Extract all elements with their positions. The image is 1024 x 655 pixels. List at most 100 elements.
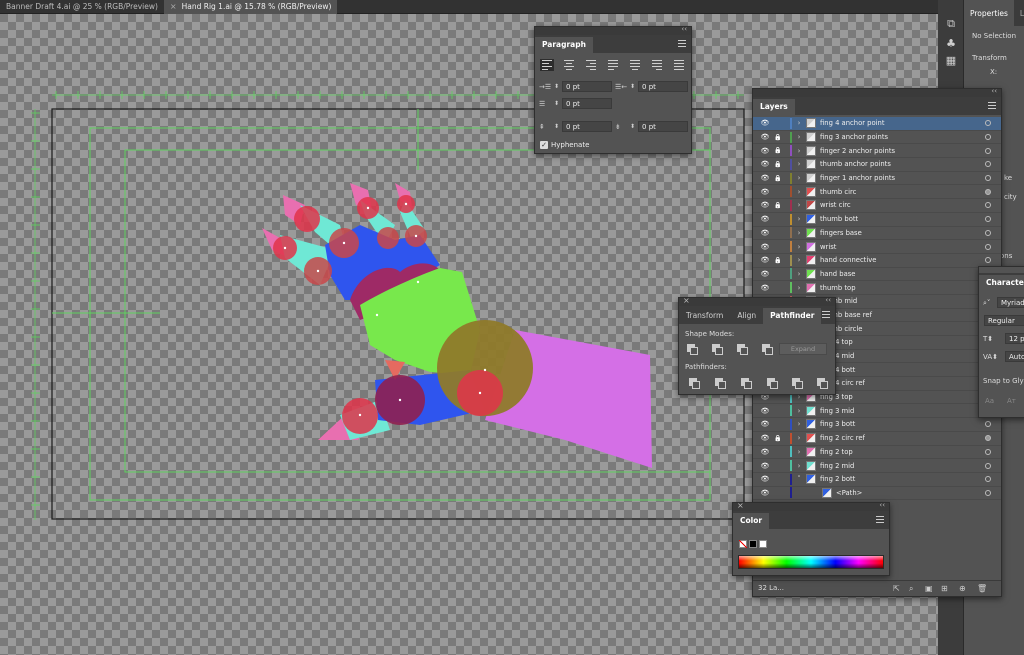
exclude-icon[interactable] <box>762 344 773 355</box>
symbols-icon[interactable]: ♣ <box>944 38 958 50</box>
intersect-icon[interactable] <box>737 344 748 355</box>
expand-chevron-icon[interactable]: › <box>794 215 804 223</box>
justify-left-icon[interactable] <box>606 59 620 71</box>
justify-right-icon[interactable] <box>650 59 664 71</box>
expand-chevron-icon[interactable]: › <box>794 243 804 251</box>
visibility-eye-icon[interactable]: 👁 <box>758 434 772 442</box>
target-icon[interactable] <box>985 120 991 127</box>
minus-back-icon[interactable] <box>817 378 828 389</box>
clipping-mask-icon[interactable]: ▣ <box>925 584 933 593</box>
layer-row[interactable]: 👁 › fing 3 bott <box>753 418 1001 432</box>
new-sublayer-icon[interactable]: ⊞ <box>941 584 948 593</box>
panel-menu-icon[interactable] <box>678 40 686 47</box>
expand-chevron-icon[interactable]: › <box>794 133 804 141</box>
font-family-field[interactable]: Myriad <box>997 297 1024 308</box>
hyphenate-checkbox[interactable]: ✓ <box>540 141 548 149</box>
tab-align[interactable]: Align <box>730 308 763 324</box>
black-swatch[interactable] <box>749 540 757 548</box>
panel-grip[interactable]: × ‹‹ <box>733 501 889 511</box>
stepper-icon[interactable]: ⬍ <box>630 83 635 90</box>
layer-row[interactable]: 👁 🔒 › fing 3 anchor points <box>753 131 1001 145</box>
delete-icon[interactable]: 🗑 <box>977 584 987 593</box>
glyph-snap-icon[interactable]: Aa <box>985 397 994 405</box>
collapse-icon[interactable]: ‹‹ <box>991 87 997 95</box>
target-icon[interactable] <box>985 216 991 223</box>
stepper-icon[interactable]: ⬍ <box>554 83 559 90</box>
layer-row[interactable]: 👁 › fing 3 mid <box>753 404 1001 419</box>
export-icon[interactable]: ⇱ <box>893 584 900 593</box>
visibility-eye-icon[interactable]: 👁 <box>758 174 772 182</box>
target-icon[interactable] <box>985 161 991 168</box>
panel-grip[interactable]: ‹‹ <box>753 87 1001 97</box>
expand-chevron-icon[interactable]: › <box>794 201 804 209</box>
visibility-eye-icon[interactable]: 👁 <box>758 420 772 428</box>
layer-row[interactable]: 👁 🔒 › hand connective <box>753 254 1001 268</box>
crop-icon[interactable] <box>767 378 778 389</box>
target-icon[interactable] <box>985 229 991 236</box>
target-icon[interactable] <box>985 134 991 141</box>
visibility-eye-icon[interactable]: 👁 <box>758 229 772 237</box>
layer-row[interactable]: 👁 › fing 4 anchor point <box>753 117 1001 131</box>
first-line-indent-field[interactable]: 0 pt <box>562 98 613 109</box>
target-icon[interactable] <box>985 147 991 154</box>
stepper-icon[interactable]: ⬍ <box>630 123 635 130</box>
target-icon[interactable] <box>985 243 991 250</box>
tab-color[interactable]: Color <box>733 513 770 529</box>
panel-grip[interactable]: × ‹‹ <box>679 296 835 306</box>
panel-menu-icon[interactable] <box>876 516 884 523</box>
visibility-eye-icon[interactable]: 👁 <box>758 188 772 196</box>
lock-icon[interactable]: 🔒 <box>772 435 784 442</box>
layer-row[interactable]: 👁 › hand base <box>753 268 1001 282</box>
expand-chevron-icon[interactable]: › <box>794 420 804 428</box>
layer-row[interactable]: 👁 ˅ fing 2 bott <box>753 473 1001 487</box>
layer-row[interactable]: 👁 › fing 2 top <box>753 446 1001 460</box>
expand-chevron-icon[interactable]: › <box>794 256 804 264</box>
collapse-icon[interactable]: ‹‹ <box>879 501 885 509</box>
tracking-field[interactable]: Auto <box>1005 351 1024 362</box>
space-before-field[interactable]: 0 pt <box>562 121 613 132</box>
right-indent-field[interactable]: 0 pt <box>638 81 689 92</box>
visibility-eye-icon[interactable]: 👁 <box>758 147 772 155</box>
target-icon[interactable] <box>985 202 991 209</box>
target-icon[interactable] <box>985 462 991 469</box>
visibility-eye-icon[interactable]: 👁 <box>758 284 772 292</box>
expand-chevron-icon[interactable]: › <box>794 284 804 292</box>
libraries-icon[interactable]: ⧉ <box>944 18 958 30</box>
layer-row[interactable]: 👁 🔒 › thumb anchor points <box>753 158 1001 172</box>
expand-chevron-icon[interactable]: › <box>794 174 804 182</box>
tab-pathfinder[interactable]: Pathfinder <box>763 308 822 324</box>
panel-menu-icon[interactable] <box>822 311 830 318</box>
doc-tab-banner-draft[interactable]: Banner Draft 4.ai @ 25 % (RGB/Preview) <box>0 0 164 14</box>
expand-chevron-icon[interactable]: › <box>794 229 804 237</box>
lock-icon[interactable]: 🔒 <box>772 161 784 168</box>
justify-all-icon[interactable] <box>672 59 686 71</box>
expand-chevron-icon[interactable]: › <box>794 147 804 155</box>
close-icon[interactable]: × <box>170 0 177 14</box>
collapse-icon[interactable]: ‹‹ <box>825 296 831 304</box>
visibility-eye-icon[interactable]: 👁 <box>758 462 772 470</box>
trim-icon[interactable] <box>715 378 726 389</box>
layer-row[interactable]: 👁 🔒 › finger 1 anchor points <box>753 172 1001 186</box>
align-right-icon[interactable] <box>584 59 598 71</box>
left-indent-field[interactable]: 0 pt <box>562 81 613 92</box>
expand-button[interactable]: Expand <box>779 343 827 355</box>
color-spectrum[interactable] <box>738 555 884 569</box>
expand-chevron-icon[interactable]: › <box>794 462 804 470</box>
lock-icon[interactable]: 🔒 <box>772 147 784 154</box>
target-icon[interactable] <box>985 421 991 428</box>
close-icon[interactable]: × <box>683 296 690 305</box>
new-layer-icon[interactable]: ⊕ <box>959 584 966 593</box>
tab-paragraph[interactable]: Paragraph <box>535 37 593 53</box>
visibility-eye-icon[interactable]: 👁 <box>758 475 772 483</box>
expand-chevron-icon[interactable]: › <box>794 407 804 415</box>
layer-row[interactable]: 👁 <Path> <box>753 487 1001 501</box>
expand-chevron-icon[interactable]: › <box>794 270 804 278</box>
tab-properties[interactable]: Properties <box>964 0 1014 26</box>
merge-icon[interactable] <box>741 378 752 389</box>
tab-layers[interactable]: Layers <box>753 99 795 115</box>
panel-menu-icon[interactable] <box>988 102 996 109</box>
tab-transform[interactable]: Transform <box>679 308 730 324</box>
expand-chevron-icon[interactable]: ˅ <box>794 475 804 483</box>
layer-row[interactable]: 👁 › fingers base <box>753 227 1001 241</box>
locate-object-icon[interactable]: ⌕ <box>909 584 913 594</box>
